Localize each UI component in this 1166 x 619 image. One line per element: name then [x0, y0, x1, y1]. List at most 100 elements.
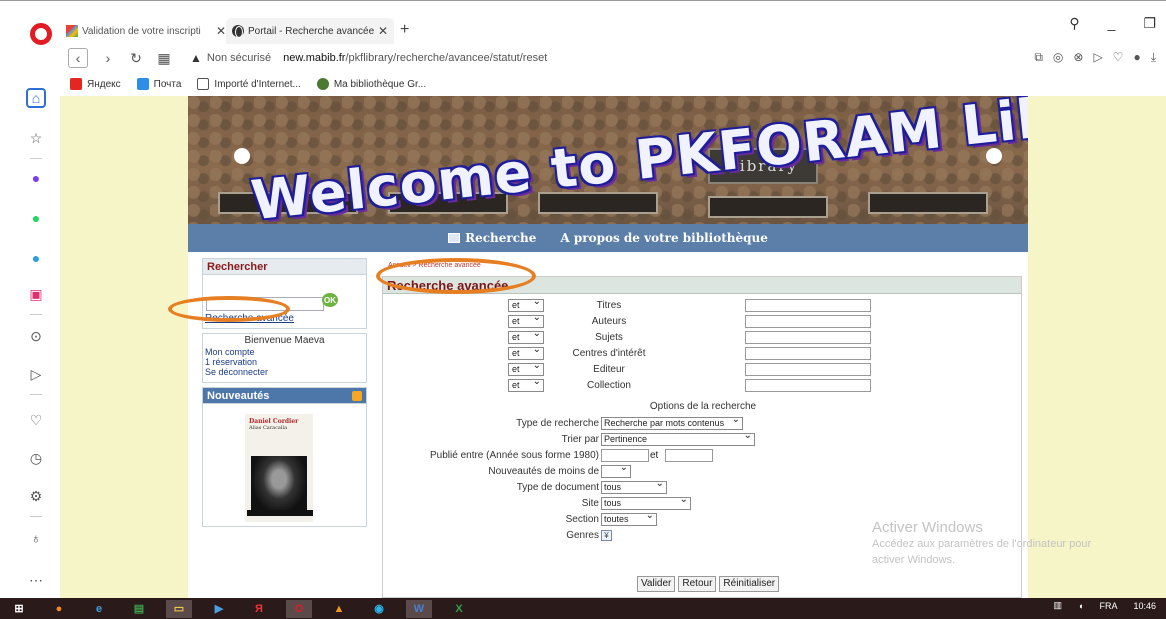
bookmark-goodreads[interactable]: Ma bibliothèque Gr...	[316, 78, 426, 90]
opera-icon[interactable]: O	[286, 599, 312, 618]
heart-icon[interactable]: ♡	[26, 410, 46, 430]
titles-input[interactable]	[745, 299, 871, 312]
operator-select[interactable]: et	[508, 328, 544, 344]
operator-select[interactable]: et	[508, 312, 544, 328]
quick-search-input[interactable]	[206, 297, 324, 311]
send-icon[interactable]: ▷	[26, 364, 46, 384]
close-icon[interactable]: ✕	[378, 24, 388, 38]
reservation-link[interactable]: 1 réservation	[205, 357, 364, 367]
ie-icon[interactable]: e	[86, 600, 112, 618]
camera-icon[interactable]: ◎	[1053, 50, 1063, 65]
criteria-row-interests: et Centres d'intérêt	[383, 344, 1023, 361]
word-icon[interactable]: W	[406, 599, 432, 618]
interests-input[interactable]	[745, 347, 871, 360]
reload-icon[interactable]: ↻	[128, 50, 144, 67]
section-select[interactable]: toutes	[601, 510, 657, 526]
whatsapp-icon[interactable]: ●	[26, 208, 46, 228]
doctype-select[interactable]: tous	[601, 478, 667, 494]
vlc-icon[interactable]: ▲	[326, 600, 352, 618]
new-tab-icon[interactable]: +	[400, 21, 409, 39]
opera-logo-icon[interactable]	[30, 23, 52, 45]
back-icon[interactable]: ‹	[68, 48, 88, 68]
store-icon[interactable]: ▤	[126, 600, 152, 618]
back-button[interactable]: Retour	[678, 576, 717, 592]
heart-icon[interactable]: ♡	[1113, 50, 1124, 65]
library-icon	[316, 78, 329, 90]
breadcrumb[interactable]: Accueil > Recherche avancée	[388, 262, 481, 269]
block-icon[interactable]: ⊗	[1073, 50, 1083, 65]
nav-recherche[interactable]: Recherche	[448, 231, 536, 245]
reset-button[interactable]: Réinitialiser	[719, 576, 780, 592]
nav-label: A propos de votre bibliothèque	[560, 231, 768, 245]
operator-select[interactable]: et	[508, 376, 544, 392]
book-cover[interactable]: Daniel Cordier Alias Caracalla	[245, 414, 313, 522]
operator-select[interactable]: et	[508, 296, 544, 312]
edge-icon[interactable]: ◉	[366, 600, 392, 618]
logout-link[interactable]: Se déconnecter	[205, 367, 364, 377]
bookmark-yandex[interactable]: Яндекс	[70, 78, 121, 90]
yandex-icon[interactable]: Я	[246, 600, 272, 618]
new-items-select[interactable]	[601, 462, 631, 478]
operator-select[interactable]: et	[508, 344, 544, 360]
volume-icon[interactable]: ◖	[1078, 601, 1083, 611]
history-icon[interactable]: ◷	[26, 448, 46, 468]
telegram-icon[interactable]: ●	[26, 248, 46, 268]
close-icon[interactable]: ✕	[216, 24, 226, 38]
explorer-icon[interactable]: ▭	[166, 599, 192, 618]
clock[interactable]: 10:46	[1133, 601, 1156, 611]
rss-icon[interactable]	[352, 391, 362, 401]
snapshot-icon[interactable]: ⧉	[1034, 50, 1043, 65]
language-indicator[interactable]: FRA	[1099, 601, 1117, 611]
tab-portail[interactable]: Portail - Recherche avancée ✕	[226, 18, 394, 44]
site-select[interactable]: tous	[601, 494, 691, 510]
url-path: /pkflibrary/recherche/avancee/statut/res…	[345, 52, 548, 64]
bookmark-imported[interactable]: Importé d'Internet...	[197, 78, 301, 90]
publisher-input[interactable]	[745, 363, 871, 376]
tab-validation[interactable]: Validation de votre inscripti ✕	[60, 18, 232, 44]
profile-icon[interactable]: ●	[1133, 50, 1140, 65]
authors-input[interactable]	[745, 315, 871, 328]
subjects-input[interactable]	[745, 331, 871, 344]
criteria-label: Auteurs	[591, 316, 627, 327]
excel-icon[interactable]: X	[446, 600, 472, 618]
security-status[interactable]: Non sécurisé	[207, 52, 271, 64]
messenger-icon[interactable]: ●	[26, 168, 46, 188]
ok-button[interactable]: OK	[322, 293, 338, 307]
my-account-link[interactable]: Mon compte	[205, 347, 364, 357]
home-icon[interactable]: ⌂	[26, 88, 46, 108]
search-type-select[interactable]: Recherche par mots contenus	[601, 414, 743, 430]
nav-about[interactable]: A propos de votre bibliothèque	[560, 231, 768, 245]
expand-genres-icon[interactable]: ¥	[601, 530, 612, 541]
star-icon[interactable]: ☆	[26, 128, 46, 148]
mediaplayer-icon[interactable]: ▶	[206, 600, 232, 618]
year-to-input[interactable]	[665, 449, 713, 462]
slide-next-dot[interactable]	[986, 148, 1002, 164]
more-icon[interactable]: ⋯	[26, 570, 46, 590]
forward-icon[interactable]: ›	[100, 50, 116, 66]
url-field[interactable]: new.mabib.fr/pkflibrary/recherche/avance…	[283, 52, 547, 64]
opera-sidebar: ⌂ ☆ ● ● ● ▣ ⊙ ▷ ♡ ◷ ⚙ ♁ ⋯	[18, 80, 54, 600]
speed-dial-icon[interactable]: ▦	[156, 50, 172, 67]
bookmark-pochta[interactable]: Почта	[136, 78, 181, 90]
download-icon[interactable]: ⤓	[1151, 50, 1156, 65]
instagram-icon[interactable]: ▣	[26, 284, 46, 304]
search-tabs-icon[interactable]: ⚲	[1069, 15, 1079, 32]
slide-prev-dot[interactable]	[234, 148, 250, 164]
bulb-icon[interactable]: ♁	[26, 528, 46, 548]
year-from-input[interactable]	[601, 449, 649, 462]
restore-icon[interactable]: ❐	[1143, 15, 1156, 32]
criteria-label: Titres	[596, 300, 622, 311]
collection-input[interactable]	[745, 379, 871, 392]
advanced-search-link[interactable]: Recherche avancée	[205, 313, 294, 324]
start-icon[interactable]: ⊞	[6, 600, 32, 618]
flow-icon[interactable]: ▷	[1093, 50, 1102, 65]
settings-icon[interactable]: ⚙	[26, 486, 46, 506]
minimize-icon[interactable]: _	[1108, 15, 1116, 32]
sort-select[interactable]: Pertinence	[601, 430, 755, 446]
warning-icon[interactable]: ▲	[190, 51, 202, 65]
network-icon[interactable]: ▥	[1054, 600, 1063, 611]
firefox-icon[interactable]: ●	[46, 600, 72, 618]
player-icon[interactable]: ⊙	[26, 326, 46, 346]
submit-button[interactable]: Valider	[637, 576, 676, 592]
operator-select[interactable]: et	[508, 360, 544, 376]
